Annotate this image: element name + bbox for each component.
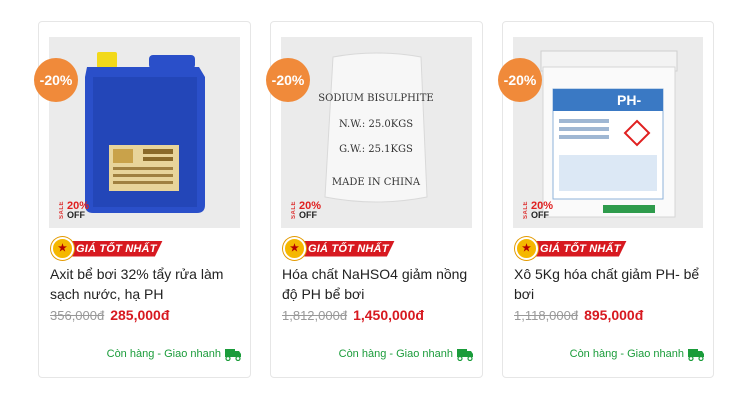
discount-badge: -20% xyxy=(266,58,310,102)
product-card[interactable]: -20% SODIUM BISULPHITE N.W.: 25.0KGS G.W… xyxy=(266,21,483,378)
product-image[interactable]: PH- SALE 20% OFF xyxy=(513,37,703,228)
sale-tag: SALE 20% OFF xyxy=(291,201,321,220)
new-price: 895,000đ xyxy=(584,307,644,323)
sack-text-1: SODIUM BISULPHITE xyxy=(318,93,433,104)
price-row: 356,000đ 285,000đ xyxy=(50,307,169,323)
old-price: 1,812,000đ xyxy=(282,308,348,323)
medal-icon: ★ xyxy=(51,237,74,260)
shipping-text: Còn hàng - Giao nhanh xyxy=(569,348,684,360)
product-card[interactable]: -20% SALE 20% OFF ★ GIÁ TỐT NHẤT Axit bể… xyxy=(34,21,251,378)
product-title[interactable]: Hóa chất NaHSO4 giảm nồng độ PH bể bơi xyxy=(282,264,474,304)
discount-badge: -20% xyxy=(34,58,78,102)
best-price-badge: ★ GIÁ TỐT NHẤT xyxy=(515,237,627,260)
sack-text-2: N.W.: 25.0KGS xyxy=(339,119,413,130)
bucket-label: PH- xyxy=(617,92,641,108)
sale-vertical-text: SALE xyxy=(523,201,529,220)
price-row: 1,118,000đ 895,000đ xyxy=(514,307,643,323)
sale-off: OFF xyxy=(67,210,85,220)
medal-icon: ★ xyxy=(283,237,306,260)
old-price: 1,118,000đ xyxy=(514,308,579,323)
price-row: 1,812,000đ 1,450,000đ xyxy=(282,307,424,323)
product-title[interactable]: Xô 5Kg hóa chất giảm PH- bể bơi xyxy=(514,264,705,304)
sale-tag: SALE 20% OFF xyxy=(523,201,553,220)
shipping-status: Còn hàng - Giao nhanh xyxy=(339,347,474,361)
product-image[interactable]: SODIUM BISULPHITE N.W.: 25.0KGS G.W.: 25… xyxy=(281,37,472,228)
best-price-label: GIÁ TỐT NHẤT xyxy=(530,240,627,257)
sack-text-4: MADE IN CHINA xyxy=(332,177,421,188)
old-price: 356,000đ xyxy=(50,308,105,323)
delivery-truck-icon xyxy=(225,349,241,361)
sack-text-3: G.W.: 25.1KGS xyxy=(339,144,413,155)
shipping-status: Còn hàng - Giao nhanh xyxy=(570,347,705,361)
product-title[interactable]: Axit bể bơi 32% tẩy rửa làm sạch nước, h… xyxy=(50,264,242,304)
sale-vertical-text: SALE xyxy=(59,201,65,220)
best-price-badge: ★ GIÁ TỐT NHẤT xyxy=(283,237,395,260)
sale-vertical-text: SALE xyxy=(291,201,297,220)
new-price: 285,000đ xyxy=(110,307,170,323)
sale-off: OFF xyxy=(299,210,317,220)
discount-badge: -20% xyxy=(498,58,542,102)
shipping-text: Còn hàng - Giao nhanh xyxy=(106,348,221,360)
shipping-status: Còn hàng - Giao nhanh xyxy=(107,347,242,361)
best-price-label: GIÁ TỐT NHẤT xyxy=(66,240,163,257)
sale-off: OFF xyxy=(531,210,549,220)
delivery-truck-icon xyxy=(688,349,704,361)
new-price: 1,450,000đ xyxy=(353,307,424,323)
sale-tag: SALE 20% OFF xyxy=(59,201,89,220)
product-card[interactable]: -20% PH- SALE 20% OFF ★ GIÁ TỐT NHẤT Xô … xyxy=(498,21,714,378)
shipping-text: Còn hàng - Giao nhanh xyxy=(338,348,453,360)
product-image[interactable]: SALE 20% OFF xyxy=(49,37,240,228)
delivery-truck-icon xyxy=(457,349,473,361)
best-price-badge: ★ GIÁ TỐT NHẤT xyxy=(51,237,163,260)
medal-icon: ★ xyxy=(515,237,538,260)
best-price-label: GIÁ TỐT NHẤT xyxy=(298,240,395,257)
